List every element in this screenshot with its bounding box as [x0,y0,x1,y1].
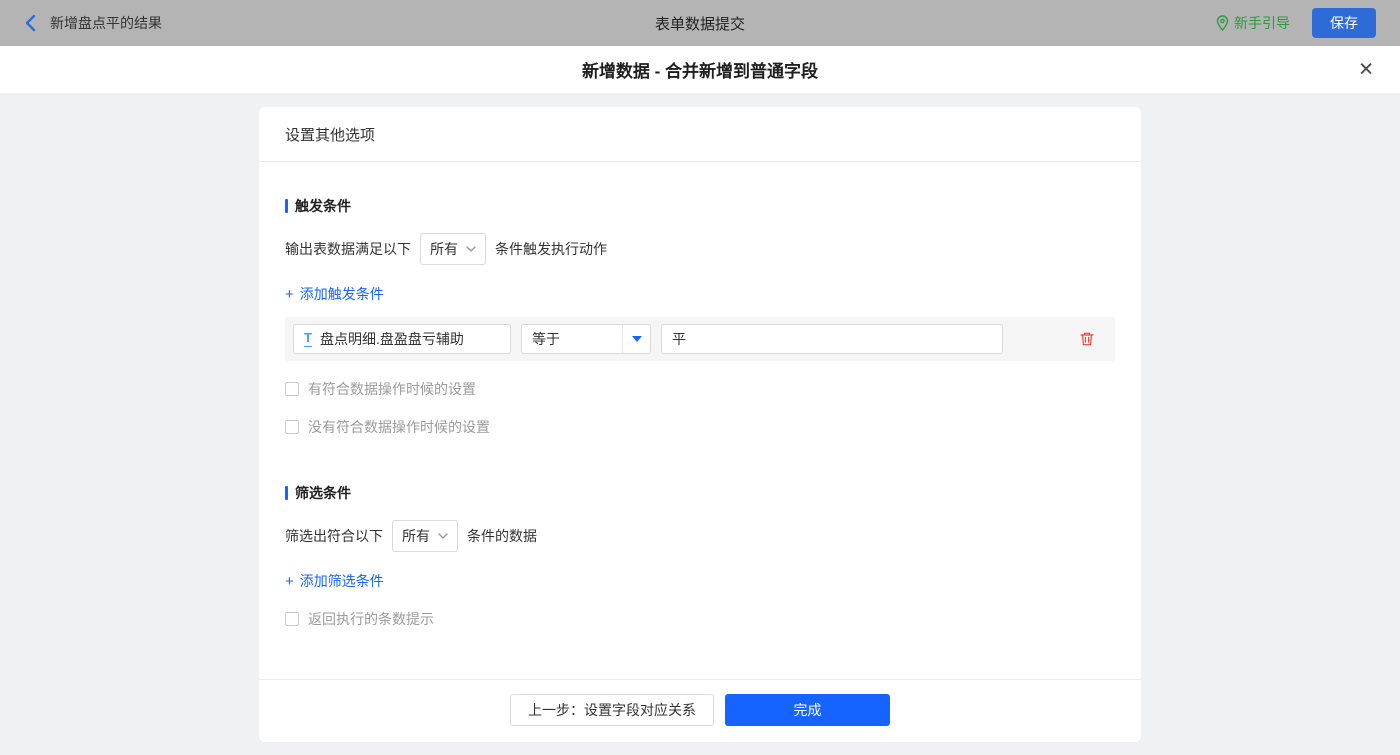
text-field-type-icon: T [304,330,312,347]
trigger-section-label: 触发条件 [295,198,351,214]
trigger-condition-sentence: 输出表数据满足以下 所有 条件触发执行动作 [285,233,1115,265]
count-tip-row: 返回执行的条数提示 [285,609,1115,629]
topbar-back-group[interactable]: 新增盘点平的结果 [24,13,162,33]
chevron-down-icon [466,246,476,252]
close-icon[interactable]: ✕ [1358,60,1374,79]
options-card: 设置其他选项 触发条件 输出表数据满足以下 所有 条件触发执行动作 + 添加触发… [259,107,1141,742]
back-chevron-icon[interactable] [24,14,36,32]
chevron-down-icon [438,533,448,539]
plus-icon: + [285,572,294,590]
has-match-label: 有符合数据操作时候的设置 [308,381,476,397]
delete-condition-trash-icon[interactable] [1079,331,1095,347]
dialog-titlebar: 新增数据 - 合并新增到普通字段 ✕ [0,46,1400,94]
previous-step-button[interactable]: 上一步：设置字段对应关系 [510,694,714,726]
no-match-settings-row: 没有符合数据操作时候的设置 [285,417,1115,437]
trigger-section-title: 触发条件 [285,196,1115,216]
filter-match-mode-value: 所有 [402,528,430,544]
trigger-match-mode-value: 所有 [430,241,458,257]
topbar-title: 表单数据提交 [654,15,746,33]
section-accent-bar [285,199,288,213]
section-accent-bar [285,486,288,500]
card-header-title: 设置其他选项 [259,107,1141,162]
card-body: 触发条件 输出表数据满足以下 所有 条件触发执行动作 + 添加触发条件 T 盘点… [259,162,1141,679]
filter-section-label: 筛选条件 [295,485,351,501]
has-match-settings-row: 有符合数据操作时候的设置 [285,379,1115,399]
trigger-prefix-text: 输出表数据满足以下 [285,241,411,257]
has-match-checkbox[interactable] [285,382,299,396]
condition-value-input[interactable] [661,324,1003,354]
card-footer: 上一步：设置字段对应关系 完成 [259,679,1141,742]
beginner-guide-label: 新手引导 [1234,15,1290,31]
add-filter-condition-link[interactable]: + 添加筛选条件 [285,571,384,591]
no-match-label: 没有符合数据操作时候的设置 [308,419,490,435]
operator-caret-zone[interactable] [622,325,650,353]
top-app-bar: 新增盘点平的结果 表单数据提交 新手引导 保存 [0,0,1400,46]
no-match-checkbox[interactable] [285,420,299,434]
condition-field-select[interactable]: T 盘点明细.盘盈盘亏辅助 [293,324,511,354]
beginner-guide-link[interactable]: 新手引导 [1216,13,1290,33]
finish-button[interactable]: 完成 [725,694,890,726]
trigger-condition-row: T 盘点明细.盘盈盘亏辅助 等于 [285,317,1115,361]
count-tip-label: 返回执行的条数提示 [308,611,434,627]
condition-operator-value: 等于 [532,331,560,347]
condition-operator-select[interactable]: 等于 [521,324,651,354]
trigger-match-mode-select[interactable]: 所有 [420,233,486,265]
map-pin-icon [1216,15,1229,31]
dialog-body: 设置其他选项 触发条件 输出表数据满足以下 所有 条件触发执行动作 + 添加触发… [0,94,1400,755]
topbar-back-label[interactable]: 新增盘点平的结果 [50,13,162,33]
plus-icon: + [285,285,294,303]
filter-prefix-text: 筛选出符合以下 [285,528,383,544]
count-tip-checkbox[interactable] [285,612,299,626]
dialog-title: 新增数据 - 合并新增到普通字段 [581,62,819,81]
condition-field-value: 盘点明细.盘盈盘亏辅助 [319,331,464,347]
add-trigger-condition-label: 添加触发条件 [299,286,384,302]
filter-section-title: 筛选条件 [285,483,1115,503]
filter-match-mode-select[interactable]: 所有 [392,520,458,552]
trigger-suffix-text: 条件触发执行动作 [495,241,607,257]
filter-condition-sentence: 筛选出符合以下 所有 条件的数据 [285,520,1115,552]
save-button[interactable]: 保存 [1312,8,1376,38]
caret-down-icon [631,336,642,342]
add-trigger-condition-link[interactable]: + 添加触发条件 [285,284,384,304]
topbar-right-group: 新手引导 保存 [1216,8,1376,38]
add-filter-condition-label: 添加筛选条件 [299,573,384,589]
filter-suffix-text: 条件的数据 [467,528,537,544]
